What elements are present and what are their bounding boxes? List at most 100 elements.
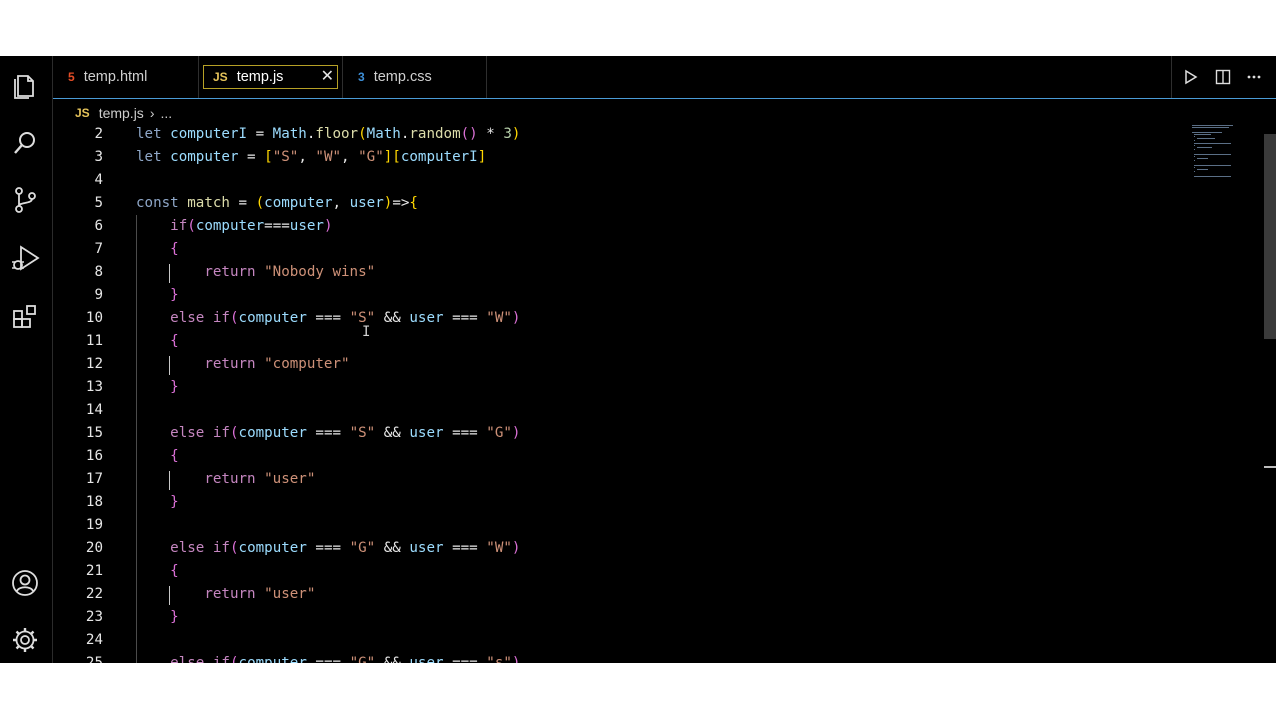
minimap-line: [1192, 131, 1222, 133]
accounts-icon[interactable]: [8, 566, 42, 600]
editor-window: 5 temp.html JS temp.js ✕ 3 temp.css JS t…: [0, 56, 1276, 663]
code-line[interactable]: 2 let computerI = Math.floor(Math.random(…: [53, 123, 1183, 146]
line-text: }: [170, 287, 179, 303]
line-number: 10: [85, 310, 103, 326]
line-number: 8: [94, 264, 103, 280]
line-text: }: [170, 494, 179, 510]
code-line[interactable]: 15 else if(computer === "S" && user === …: [53, 422, 1183, 445]
minimap-line: [1194, 166, 1196, 168]
line-number: 14: [85, 402, 103, 418]
code-line[interactable]: 8 return "Nobody wins": [53, 261, 1183, 284]
code-line[interactable]: 16 {: [53, 445, 1183, 468]
minimap-line: [1194, 133, 1212, 135]
line-text: {: [170, 563, 179, 579]
line-number: 16: [85, 448, 103, 464]
indent-guide: [169, 471, 171, 490]
code-line[interactable]: 13 }: [53, 376, 1183, 399]
more-actions-icon[interactable]: [1243, 66, 1265, 88]
code-line[interactable]: 20 else if(computer === "G" && user === …: [53, 537, 1183, 560]
indent-guide: [136, 215, 137, 663]
code-line[interactable]: 4: [53, 169, 1183, 192]
close-icon[interactable]: ✕: [321, 67, 334, 87]
minimap-line: [1192, 125, 1233, 126]
line-number: 12: [85, 356, 103, 372]
tab-label: temp.css: [373, 69, 432, 85]
breadcrumb-symbol[interactable]: ...: [160, 105, 172, 121]
indent-guide: [169, 586, 171, 605]
code-line[interactable]: 23 }: [53, 606, 1183, 629]
split-editor-icon[interactable]: [1212, 66, 1234, 88]
code-line[interactable]: 19: [53, 514, 1183, 537]
line-number: 2: [94, 126, 103, 142]
indent-guide: [169, 264, 171, 283]
text-cursor: I: [362, 324, 371, 340]
code-line[interactable]: 9 }: [53, 284, 1183, 307]
line-number: 4: [94, 172, 103, 188]
line-number: 19: [85, 517, 103, 533]
code-line[interactable]: 25 else if(computer === "G" && user === …: [53, 652, 1183, 663]
js-icon: JS: [75, 106, 90, 120]
minimap-line: [1194, 171, 1196, 173]
code-line[interactable]: 11 {: [53, 330, 1183, 353]
minimap-line: [1194, 164, 1232, 166]
play-icon[interactable]: [1180, 66, 1202, 88]
line-number: 15: [85, 425, 103, 441]
line-text: return "computer": [204, 356, 350, 372]
line-text: const match = (computer, user)=>{: [136, 195, 418, 211]
run-debug-icon[interactable]: [8, 241, 42, 275]
explorer-icon[interactable]: [8, 68, 42, 102]
line-text: let computer = ["S", "W", "G"][computerI…: [136, 149, 487, 165]
line-text: else if(computer === "S" && user === "W"…: [170, 310, 521, 326]
minimap-line: [1194, 136, 1196, 137]
line-number: 23: [85, 609, 103, 625]
code-line[interactable]: 10 else if(computer === "S" && user === …: [53, 307, 1183, 330]
code-line[interactable]: 7 {: [53, 238, 1183, 261]
html5-icon: 5: [68, 70, 75, 84]
minimap-line: [1194, 175, 1232, 177]
minimap-line: [1196, 169, 1209, 170]
extensions-icon[interactable]: [8, 300, 42, 334]
code-line[interactable]: 18 }: [53, 491, 1183, 514]
code-line[interactable]: 24: [53, 629, 1183, 652]
line-text: if(computer===user): [170, 218, 333, 234]
line-number: 18: [85, 494, 103, 510]
line-text: }: [170, 379, 179, 395]
code-line[interactable]: 21 {: [53, 560, 1183, 583]
tab-temp-html[interactable]: 5 temp.html: [53, 56, 199, 98]
vertical-scrollbar[interactable]: [1264, 134, 1276, 339]
indent-guide: [169, 356, 171, 375]
code-line[interactable]: 3 let computer = ["S", "W", "G"][computer…: [53, 146, 1183, 169]
tab-temp-css[interactable]: 3 temp.css: [343, 56, 487, 98]
code-line[interactable]: 5 const match = (computer, user)=>{: [53, 192, 1183, 215]
manage-gear-icon[interactable]: [8, 623, 42, 657]
line-text: {: [170, 448, 179, 464]
line-text: return "Nobody wins": [204, 264, 376, 280]
line-number: 20: [85, 540, 103, 556]
code-editor[interactable]: 2 let computerI = Math.floor(Math.random(…: [53, 123, 1183, 663]
minimap-line: [1194, 140, 1196, 142]
line-text: else if(computer === "G" && user === "s"…: [170, 655, 521, 663]
code-line[interactable]: 17 return "user": [53, 468, 1183, 491]
source-control-icon[interactable]: [8, 183, 42, 217]
code-line[interactable]: 22 return "user": [53, 583, 1183, 606]
line-number: 17: [85, 471, 103, 487]
minimap[interactable]: [1188, 123, 1263, 243]
line-number: 24: [85, 632, 103, 648]
breadcrumb-file[interactable]: temp.js: [99, 105, 144, 121]
tab-temp-js[interactable]: JS temp.js ✕: [199, 56, 343, 98]
line-number: 21: [85, 563, 103, 579]
code-line[interactable]: 14: [53, 399, 1183, 422]
line-number: 5: [94, 195, 103, 211]
tab-label: temp.html: [83, 69, 148, 85]
line-number: 3: [94, 149, 103, 165]
code-line[interactable]: 6 if(computer===user): [53, 215, 1183, 238]
line-text: {: [170, 333, 179, 349]
minimap-line: [1196, 147, 1213, 148]
code-line[interactable]: 12 return "computer": [53, 353, 1183, 376]
line-text: let computerI = Math.floor(Math.random()…: [136, 126, 521, 142]
search-icon[interactable]: [8, 126, 42, 160]
minimap-line: [1194, 142, 1232, 144]
minimap-line: [1196, 138, 1215, 140]
scroll-position-marker: [1264, 466, 1276, 468]
line-number: 11: [85, 333, 103, 349]
